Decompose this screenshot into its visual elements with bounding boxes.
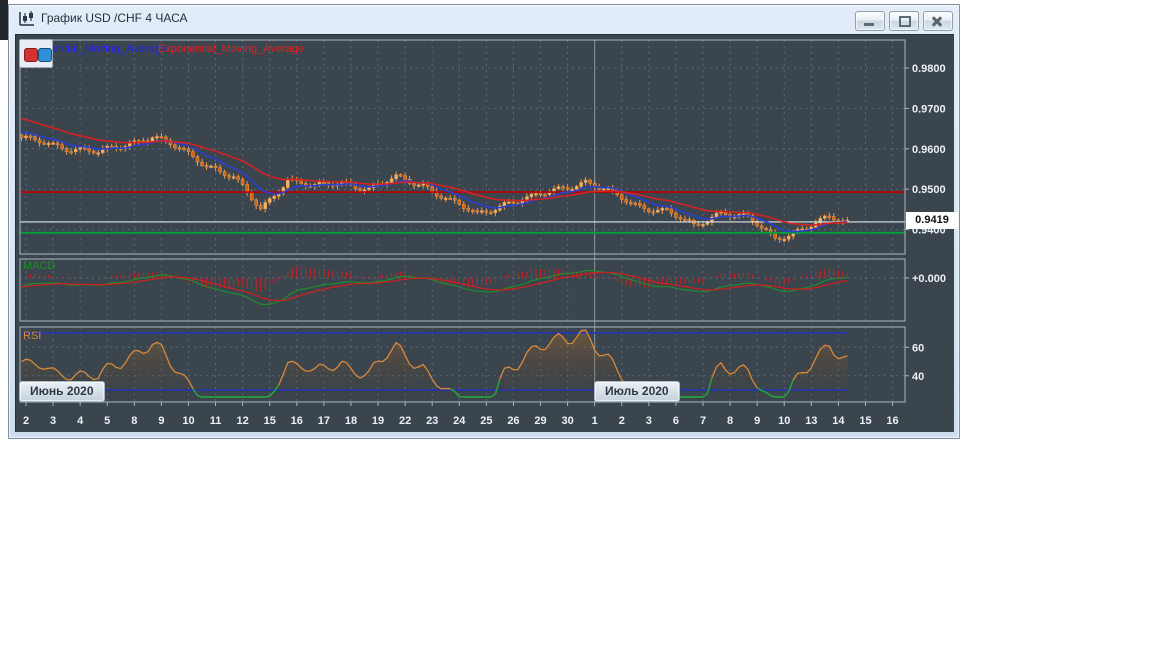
svg-text:0.9500: 0.9500 (912, 184, 946, 196)
svg-text:0.9700: 0.9700 (912, 103, 946, 115)
svg-text:6: 6 (673, 415, 679, 427)
svg-text:9: 9 (158, 415, 164, 427)
svg-text:16: 16 (886, 415, 898, 427)
svg-text:11: 11 (210, 415, 222, 427)
month-button-june[interactable]: Июнь 2020 (19, 381, 105, 402)
close-icon (931, 15, 943, 27)
svg-text:15: 15 (264, 415, 276, 427)
svg-text:1: 1 (592, 415, 598, 427)
svg-text:10: 10 (778, 415, 790, 427)
rsi-layer (20, 329, 848, 402)
svg-text:7: 7 (700, 415, 706, 427)
svg-text:10: 10 (182, 415, 194, 427)
background-window-edge (0, 0, 8, 40)
svg-text:12: 12 (237, 415, 249, 427)
macd-panel-label: MACD (23, 260, 56, 272)
chart-canvas[interactable]: 2 3 4 5 8 9 10 11 12 15 16 17 18 19 22 23 24 25 26 29 30 1 2 3 6… (16, 35, 954, 432)
svg-text:19: 19 (372, 415, 384, 427)
svg-text:15: 15 (859, 415, 871, 427)
svg-text:3: 3 (50, 415, 56, 427)
level-lines-layer (20, 191, 905, 234)
svg-text:30: 30 (561, 415, 573, 427)
window-controls (855, 11, 953, 31)
svg-text:40: 40 (912, 371, 924, 383)
svg-text:24: 24 (453, 415, 466, 427)
chart-client-area[interactable]: 2 3 4 5 8 9 10 11 12 15 16 17 18 19 22 23 24 25 26 29 30 1 2 3 6… (15, 34, 958, 432)
svg-text:13: 13 (805, 415, 817, 427)
svg-text:9: 9 (754, 415, 760, 427)
svg-text:16: 16 (291, 415, 303, 427)
svg-text:23: 23 (426, 415, 438, 427)
svg-text:29: 29 (534, 415, 546, 427)
red-indicator-swatch[interactable] (24, 48, 38, 62)
blue-indicator-swatch[interactable] (38, 48, 52, 62)
chart-window: График USD /CHF 4 ЧАСА 2 3 4 5 8 9 10 11 12 15 16 1… (8, 4, 960, 439)
svg-text:2: 2 (619, 415, 625, 427)
ema-fast-legend: ential_Moving_Average (52, 43, 167, 55)
svg-text:25: 25 (480, 415, 492, 427)
svg-text:17: 17 (318, 415, 330, 427)
svg-text:5: 5 (104, 415, 110, 427)
ema-slow-legend: Exponential_Moving_Average (158, 43, 304, 55)
svg-text:8: 8 (727, 415, 733, 427)
candlestick-chart-icon (18, 10, 36, 28)
svg-text:0.9600: 0.9600 (912, 144, 946, 156)
minimize-button[interactable] (855, 11, 885, 31)
svg-text:18: 18 (345, 415, 357, 427)
rsi-panel-label: RSI (23, 330, 42, 342)
window-title: График USD /CHF 4 ЧАСА (41, 11, 188, 25)
svg-text:0.9800: 0.9800 (912, 63, 946, 75)
svg-text:4: 4 (77, 415, 84, 427)
svg-text:22: 22 (399, 415, 411, 427)
svg-text:+0.000: +0.000 (912, 273, 946, 285)
close-button[interactable] (923, 11, 953, 31)
svg-text:14: 14 (832, 415, 845, 427)
svg-text:3: 3 (646, 415, 652, 427)
restore-button[interactable] (889, 11, 919, 31)
macd-layer (21, 266, 848, 306)
title-bar[interactable]: График USD /CHF 4 ЧАСА (9, 5, 959, 33)
restore-icon (899, 16, 911, 27)
current-price-box: 0.9419 (906, 212, 958, 229)
svg-text:26: 26 (507, 415, 519, 427)
indicator-toolbar (19, 39, 53, 68)
ema-lines-layer (21, 117, 848, 233)
month-button-july[interactable]: Июль 2020 (594, 381, 680, 402)
desktop: График USD /CHF 4 ЧАСА 2 3 4 5 8 9 10 11 12 15 16 1… (0, 0, 1152, 648)
svg-text:2: 2 (23, 415, 29, 427)
svg-text:60: 60 (912, 342, 924, 354)
minimize-icon (864, 23, 874, 26)
svg-text:8: 8 (131, 415, 137, 427)
